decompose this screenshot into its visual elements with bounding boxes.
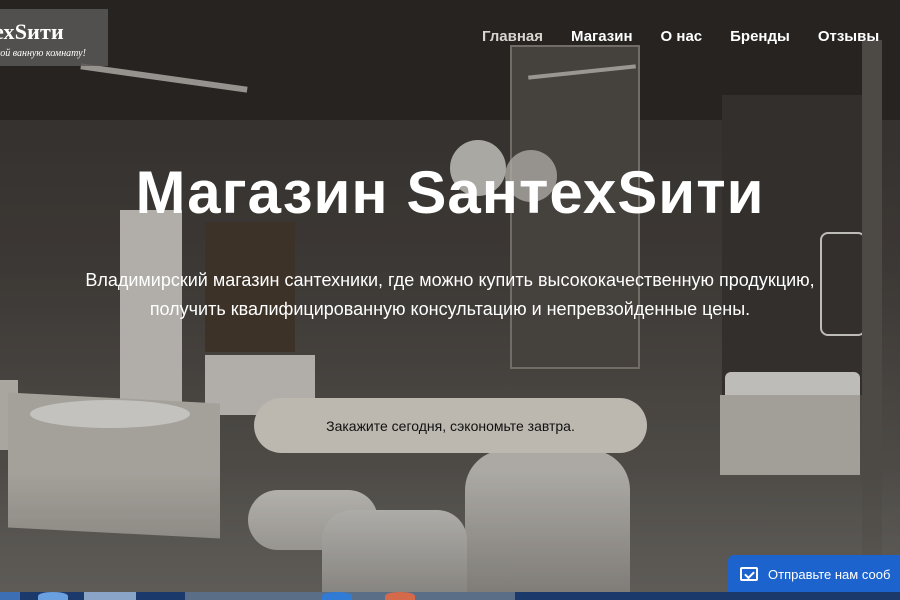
logo-title: ехSити — [0, 19, 64, 44]
order-cta-button[interactable]: Закажите сегодня, сэкономьте завтра. — [254, 398, 647, 453]
hero-subtitle-line1: Владимирский магазин сантехники, где мож… — [85, 270, 815, 290]
envelope-icon — [740, 567, 758, 581]
logo-tagline: вой ванную комнату! — [0, 48, 86, 59]
nav-shop[interactable]: Магазин — [571, 28, 633, 45]
chat-widget-label: Отправьте нам сооб — [768, 566, 891, 582]
main-nav: Главная Магазин О нас Бренды Отзывы — [482, 28, 900, 45]
hero-title: Магазин SантехSити — [135, 159, 765, 226]
nav-reviews[interactable]: Отзывы — [818, 28, 879, 45]
taskbar — [0, 592, 900, 600]
hero-subtitle: Владимирский магазин сантехники, где мож… — [0, 266, 900, 324]
site-logo[interactable]: ехSити вой ванную комнату! — [0, 9, 108, 66]
nav-home[interactable]: Главная — [482, 28, 543, 45]
nav-about[interactable]: О нас — [661, 28, 703, 45]
chat-widget-button[interactable]: Отправьте нам сооб — [728, 555, 900, 593]
hero-subtitle-line2: получить квалифицированную консультацию … — [149, 299, 751, 319]
nav-brands[interactable]: Бренды — [730, 28, 790, 45]
